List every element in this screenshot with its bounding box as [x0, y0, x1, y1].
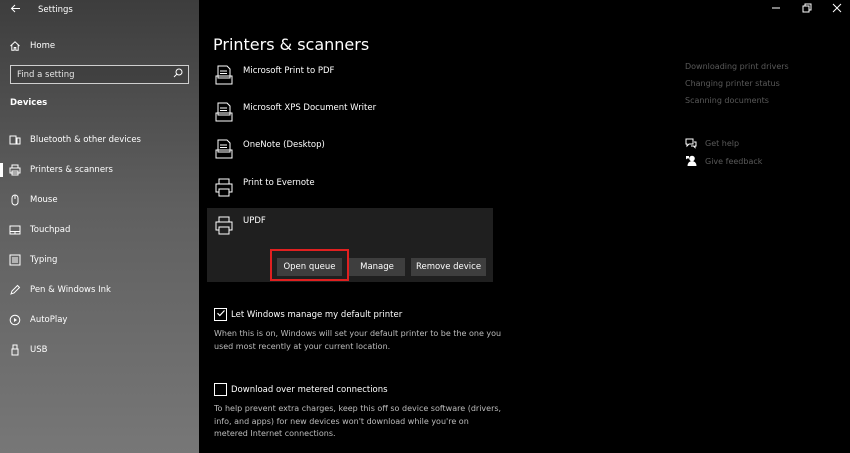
- sidebar-item-label: Mouse: [30, 195, 58, 205]
- printer-item[interactable]: Microsoft XPS Document Writer: [207, 95, 493, 132]
- sidebar-item-pen[interactable]: Pen & Windows Ink: [0, 278, 199, 302]
- mouse-icon: [9, 194, 21, 206]
- fax-printer-icon: [214, 138, 234, 160]
- default-printer-checkbox[interactable]: [214, 308, 227, 321]
- fax-printer-icon: [214, 101, 234, 123]
- search-icon[interactable]: [173, 68, 183, 81]
- search-input[interactable]: [17, 69, 167, 80]
- sidebar-item-typing[interactable]: Typing: [0, 248, 199, 272]
- give-feedback-icon: [685, 155, 697, 167]
- search-box[interactable]: [10, 65, 189, 84]
- get-help-label: Get help: [705, 138, 740, 148]
- sidebar-item-label: Bluetooth & other devices: [30, 135, 141, 145]
- bluetooth-devices-icon: [9, 134, 21, 146]
- link-changing-printer-status[interactable]: Changing printer status: [685, 79, 780, 88]
- give-feedback-label: Give feedback: [705, 156, 763, 166]
- default-printer-description: When this is on, Windows will set your d…: [214, 329, 502, 351]
- metered-connections-description: To help prevent extra charges, keep this…: [214, 404, 502, 438]
- remove-device-button[interactable]: Remove device: [411, 258, 486, 276]
- link-downloading-print-drivers[interactable]: Downloading print drivers: [685, 62, 789, 71]
- checkmark-icon: [216, 308, 226, 321]
- page-title: Printers & scanners: [213, 35, 370, 54]
- sidebar-item-bluetooth[interactable]: Bluetooth & other devices: [0, 128, 199, 152]
- autoplay-icon: [9, 314, 21, 326]
- home-icon: [9, 40, 21, 52]
- sidebar: Settings Home Devices Bluetooth & other …: [0, 0, 199, 453]
- sidebar-item-label: Pen & Windows Ink: [30, 285, 111, 295]
- printer-name: Print to Evernote: [243, 178, 315, 188]
- back-arrow-icon[interactable]: [8, 3, 22, 17]
- sidebar-item-label: Home: [30, 41, 56, 51]
- default-printer-label[interactable]: Let Windows manage my default printer: [231, 310, 402, 320]
- title-bar: Settings: [0, 0, 199, 21]
- sidebar-item-label: Touchpad: [30, 225, 71, 235]
- printer-item[interactable]: OneNote (Desktop): [207, 132, 493, 169]
- printer-name: UPDF: [243, 216, 266, 226]
- link-scanning-documents[interactable]: Scanning documents: [685, 96, 769, 105]
- usb-icon: [9, 344, 21, 356]
- keyboard-icon: [9, 254, 21, 266]
- printer-name: OneNote (Desktop): [243, 140, 325, 150]
- manage-button[interactable]: Manage: [349, 258, 405, 276]
- printer-icon: [214, 214, 234, 236]
- touchpad-icon: [9, 224, 21, 236]
- metered-connections-label[interactable]: Download over metered connections: [231, 385, 388, 395]
- metered-connections-checkbox[interactable]: [214, 383, 227, 396]
- sidebar-item-label: Typing: [30, 255, 58, 265]
- sidebar-item-label: Printers & scanners: [30, 165, 113, 175]
- app-title: Settings: [38, 5, 73, 15]
- get-help-icon: [685, 137, 697, 149]
- printer-name: Microsoft XPS Document Writer: [243, 103, 377, 113]
- sidebar-item-label: USB: [30, 345, 48, 355]
- get-help-link[interactable]: Get help: [685, 137, 739, 149]
- sidebar-item-touchpad[interactable]: Touchpad: [0, 218, 199, 242]
- sidebar-item-mouse[interactable]: Mouse: [0, 188, 199, 212]
- sidebar-item-label: AutoPlay: [30, 315, 68, 325]
- printer-icon: [9, 164, 21, 176]
- sidebar-item-autoplay[interactable]: AutoPlay: [0, 308, 199, 332]
- section-header: Devices: [10, 98, 48, 108]
- printer-icon: [214, 176, 234, 198]
- highlight-box: [270, 249, 349, 281]
- printer-item[interactable]: Print to Evernote: [207, 170, 493, 207]
- printer-name: Microsoft Print to PDF: [243, 66, 335, 76]
- fax-printer-icon: [214, 64, 234, 86]
- pen-icon: [9, 284, 21, 296]
- give-feedback-link[interactable]: Give feedback: [685, 155, 762, 167]
- sidebar-item-home[interactable]: Home: [0, 34, 199, 58]
- main-content: Printers & scanners Microsoft Print to P…: [199, 0, 850, 453]
- sidebar-item-printers[interactable]: Printers & scanners: [0, 158, 199, 182]
- printer-item[interactable]: Microsoft Print to PDF: [207, 58, 493, 95]
- sidebar-item-usb[interactable]: USB: [0, 338, 199, 362]
